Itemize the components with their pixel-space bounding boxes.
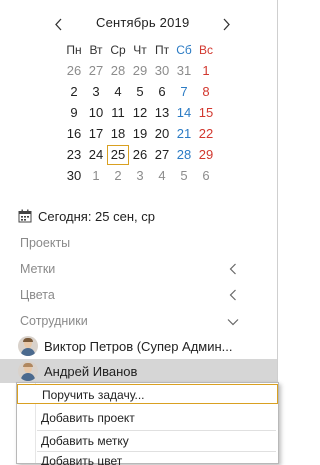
section-colors[interactable]: Цвета: [20, 288, 55, 302]
calendar-day[interactable]: 15: [195, 103, 217, 123]
calendar-day[interactable]: 19: [129, 124, 151, 144]
weekday-tue: Вт: [89, 43, 103, 57]
calendar-day-today[interactable]: 25: [107, 145, 129, 165]
employee-name: Виктор Петров (Супер Админ...: [44, 338, 233, 354]
calendar-day[interactable]: 10: [85, 103, 107, 123]
calendar-day[interactable]: 24: [85, 145, 107, 165]
calendar-day[interactable]: 16: [63, 124, 85, 144]
menu-item-label: Добавить проект: [41, 411, 135, 425]
chevron-left-icon: [229, 289, 236, 301]
calendar-day[interactable]: 1: [85, 166, 107, 186]
menu-item-label: Добавить метку: [41, 434, 129, 448]
avatar: [18, 336, 38, 356]
calendar-day[interactable]: 2: [63, 82, 85, 102]
calendar-day[interactable]: 14: [173, 103, 195, 123]
calendar-day[interactable]: 20: [151, 124, 173, 144]
next-month-button[interactable]: [219, 16, 233, 32]
today-label: Сегодня: 25 сен, ср: [38, 208, 155, 224]
calendar-day[interactable]: 22: [195, 124, 217, 144]
calendar-day[interactable]: 4: [151, 166, 173, 186]
calendar-day[interactable]: 9: [63, 103, 85, 123]
calendar-day[interactable]: 7: [173, 82, 195, 102]
weekday-wed: Ср: [110, 43, 126, 57]
menu-item-label: Поручить задачу...: [42, 388, 145, 402]
weekday-sat: Сб: [176, 43, 192, 57]
today-link[interactable]: Сегодня: 25 сен, ср: [18, 207, 155, 225]
calendar-day[interactable]: 12: [129, 103, 151, 123]
calendar-day[interactable]: 4: [107, 82, 129, 102]
colors-expand-toggle[interactable]: [228, 288, 238, 301]
calendar-day[interactable]: 28: [173, 145, 195, 165]
chevron-left-icon: [54, 18, 61, 30]
tags-expand-toggle[interactable]: [228, 262, 238, 275]
calendar-day[interactable]: 6: [195, 166, 217, 186]
calendar-day[interactable]: 26: [63, 61, 85, 81]
calendar-day[interactable]: 21: [173, 124, 195, 144]
calendar-day[interactable]: 13: [151, 103, 173, 123]
employee-item[interactable]: Виктор Петров (Супер Админ...: [0, 334, 277, 358]
calendar-day[interactable]: 30: [63, 166, 85, 186]
section-tags[interactable]: Метки: [20, 262, 55, 276]
calendar-day[interactable]: 28: [107, 61, 129, 81]
calendar-day[interactable]: 31: [173, 61, 195, 81]
employee-name: Андрей Иванов: [44, 363, 138, 379]
calendar-day[interactable]: 6: [151, 82, 173, 102]
calendar-day[interactable]: 27: [151, 145, 173, 165]
chevron-right-icon: [223, 18, 230, 30]
section-employees[interactable]: Сотрудники: [20, 314, 88, 328]
calendar-icon: [18, 209, 32, 223]
calendar-day[interactable]: 27: [85, 61, 107, 81]
chevron-left-icon: [229, 263, 236, 275]
menu-item-assign-task[interactable]: Поручить задачу...: [17, 384, 278, 404]
menu-item-add-tag[interactable]: Добавить метку: [17, 431, 278, 451]
context-menu: Поручить задачу... Добавить проект Добав…: [16, 382, 279, 465]
calendar-day[interactable]: 3: [85, 82, 107, 102]
calendar-day[interactable]: 23: [63, 145, 85, 165]
calendar-day[interactable]: 18: [107, 124, 129, 144]
calendar-day[interactable]: 11: [107, 103, 129, 123]
weekday-fri: Пт: [154, 43, 170, 57]
menu-item-add-project[interactable]: Добавить проект: [17, 408, 278, 428]
prev-month-button[interactable]: [51, 16, 65, 32]
calendar-day[interactable]: 26: [129, 145, 151, 165]
employee-item-selected[interactable]: Андрей Иванов: [0, 359, 277, 383]
calendar-day[interactable]: 5: [129, 82, 151, 102]
calendar-day[interactable]: 8: [195, 82, 217, 102]
calendar-day[interactable]: 2: [107, 166, 129, 186]
weekday-sun: Вс: [198, 43, 213, 57]
calendar-day[interactable]: 5: [173, 166, 195, 186]
calendar-day[interactable]: 29: [129, 61, 151, 81]
calendar-day[interactable]: 29: [195, 145, 217, 165]
calendar-header: Сентябрь 2019: [0, 14, 279, 34]
menu-item-add-color[interactable]: Добавить цвет: [17, 452, 278, 465]
menu-item-label: Добавить цвет: [41, 454, 123, 465]
weekday-mon: Пн: [66, 43, 82, 57]
section-projects[interactable]: Проекты: [20, 236, 70, 250]
calendar-day[interactable]: 17: [85, 124, 107, 144]
employees-collapse-toggle[interactable]: [227, 314, 239, 326]
calendar-day[interactable]: 30: [151, 61, 173, 81]
month-title[interactable]: Сентябрь 2019: [96, 15, 189, 30]
calendar-day[interactable]: 1: [195, 61, 217, 81]
calendar-day[interactable]: 3: [129, 166, 151, 186]
avatar: [18, 361, 38, 381]
weekday-thu: Чт: [133, 43, 147, 57]
chevron-down-icon: [227, 319, 239, 326]
